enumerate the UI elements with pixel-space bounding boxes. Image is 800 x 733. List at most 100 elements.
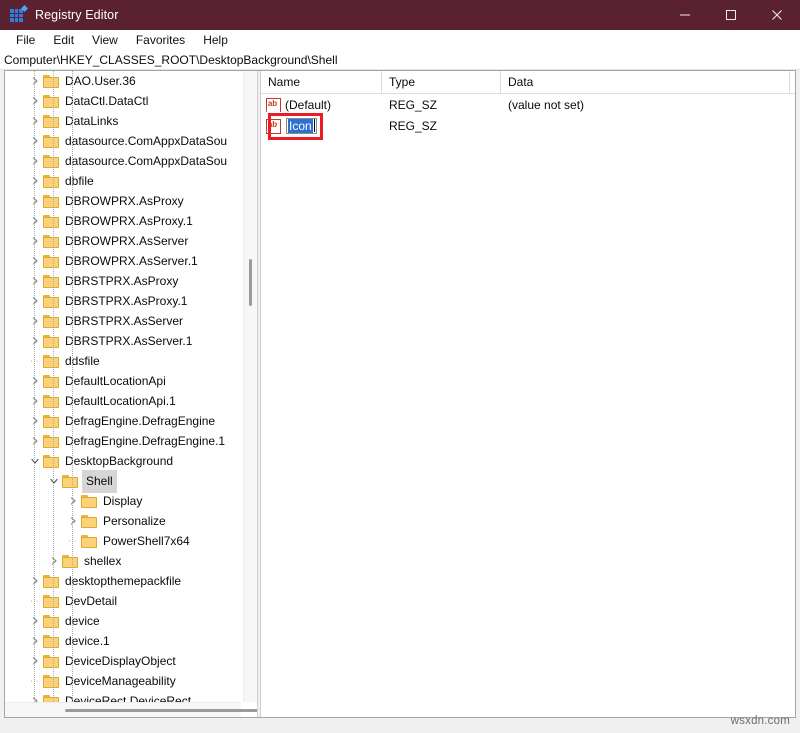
address-path: Computer\HKEY_CLASSES_ROOT\DesktopBackgr… xyxy=(4,53,338,67)
folder-icon xyxy=(81,514,98,528)
tree-item[interactable]: DefaultLocationApi.1 xyxy=(5,391,241,411)
tree-item-label: shellex xyxy=(84,554,122,568)
tree-item[interactable]: DevDetail xyxy=(5,591,241,611)
tree-item[interactable]: DataLinks xyxy=(5,111,241,131)
rename-edit-box[interactable]: Icon xyxy=(286,117,317,134)
folder-icon xyxy=(43,454,60,468)
folder-icon xyxy=(43,214,60,228)
folder-icon xyxy=(43,654,60,668)
tree-item-label: Display xyxy=(103,494,143,508)
tree-item-label: DBRSTPRX.AsServer.1 xyxy=(65,334,193,348)
value-row[interactable]: ab Icon REG_SZ xyxy=(261,115,795,136)
value-list-body[interactable]: ab (Default) REG_SZ (value not set) ab Icon RE… xyxy=(261,94,795,136)
tree-item[interactable]: DefaultLocationApi xyxy=(5,371,241,391)
tree-item[interactable]: dbfile xyxy=(5,171,241,191)
tree-horizontal-scrollbar[interactable] xyxy=(5,702,257,717)
tree-item[interactable]: DBRSTPRX.AsServer.1 xyxy=(5,331,241,351)
tree-item[interactable]: datasource.ComAppxDataSou xyxy=(5,151,241,171)
tree-item[interactable]: PowerShell7x64 xyxy=(5,531,241,551)
tree-item[interactable]: DesktopBackground xyxy=(5,451,241,471)
title-bar: Registry Editor xyxy=(0,0,800,30)
registry-tree[interactable]: DAO.User.36 DataCtl.DataCtl DataLinks datas… xyxy=(5,71,241,702)
tree-item[interactable]: DefragEngine.DefragEngine.1 xyxy=(5,431,241,451)
value-name-label: (Default) xyxy=(285,97,332,112)
column-header-type[interactable]: Type xyxy=(382,71,501,93)
value-list-header: Name Type Data xyxy=(261,71,795,94)
folder-icon xyxy=(43,574,60,588)
tree-item-label: Shell xyxy=(82,469,117,493)
tree-item-label: DBROWPRX.AsProxy xyxy=(65,194,184,208)
folder-icon xyxy=(43,274,60,288)
menu-favorites[interactable]: Favorites xyxy=(127,31,194,50)
tree-item[interactable]: DataCtl.DataCtl xyxy=(5,91,241,111)
string-value-icon: ab xyxy=(266,98,281,112)
tree-item[interactable]: DBRSTPRX.AsProxy.1 xyxy=(5,291,241,311)
folder-icon xyxy=(43,674,60,688)
tree-item[interactable]: Shell xyxy=(5,469,241,493)
tree-item[interactable]: DBRSTPRX.AsServer xyxy=(5,311,241,331)
value-data-cell: (value not set) xyxy=(508,97,585,112)
folder-icon xyxy=(43,394,60,408)
menu-help[interactable]: Help xyxy=(194,31,237,50)
tree-hscroll-thumb[interactable] xyxy=(65,709,257,712)
tree-item[interactable]: DeviceRect.DeviceRect xyxy=(5,691,241,702)
column-header-data[interactable]: Data xyxy=(501,71,790,93)
tree-item[interactable]: DAO.User.36 xyxy=(5,71,241,91)
tree-item-label: dbfile xyxy=(65,174,94,188)
tree-item[interactable]: ddsfile xyxy=(5,351,241,371)
maximize-button[interactable] xyxy=(708,0,754,30)
menu-edit[interactable]: Edit xyxy=(44,31,83,50)
value-row[interactable]: ab (Default) REG_SZ (value not set) xyxy=(261,94,795,115)
folder-icon xyxy=(43,434,60,448)
tree-item[interactable]: DBRSTPRX.AsProxy xyxy=(5,271,241,291)
folder-icon xyxy=(43,134,60,148)
tree-item[interactable]: DeviceDisplayObject xyxy=(5,651,241,671)
close-button[interactable] xyxy=(754,0,800,30)
value-name-cell[interactable]: ab (Default) xyxy=(261,98,382,112)
folder-icon xyxy=(43,234,60,248)
menu-view[interactable]: View xyxy=(83,31,127,50)
tree-item[interactable]: DBROWPRX.AsProxy.1 xyxy=(5,211,241,231)
registry-editor-window: Registry Editor File Edit View Favorites… xyxy=(0,0,800,733)
tree-item[interactable]: DefragEngine.DefragEngine xyxy=(5,411,241,431)
tree-item[interactable]: device xyxy=(5,611,241,631)
tree-item[interactable]: DBROWPRX.AsServer xyxy=(5,231,241,251)
tree-item-label: DBROWPRX.AsServer.1 xyxy=(65,254,198,268)
tree-item[interactable]: shellex xyxy=(5,551,241,571)
tree-item[interactable]: Display xyxy=(5,491,241,511)
folder-icon xyxy=(43,614,60,628)
tree-guide-line xyxy=(53,71,55,702)
string-value-icon: ab xyxy=(266,119,281,134)
tree-item[interactable]: DeviceManageability xyxy=(5,671,241,691)
tree-item-label: DBROWPRX.AsServer xyxy=(65,234,189,248)
address-bar[interactable]: Computer\HKEY_CLASSES_ROOT\DesktopBackgr… xyxy=(0,51,800,70)
column-header-name[interactable]: Name xyxy=(261,71,382,93)
tree-item[interactable]: Personalize xyxy=(5,511,241,531)
tree-item-label: DeviceDisplayObject xyxy=(65,654,176,668)
tree-item[interactable]: DBROWPRX.AsProxy xyxy=(5,191,241,211)
tree-vscroll-thumb[interactable] xyxy=(249,259,252,306)
tree-item-label: Personalize xyxy=(103,514,166,528)
tree-item[interactable]: device.1 xyxy=(5,631,241,651)
tree-item[interactable]: datasource.ComAppxDataSou xyxy=(5,131,241,151)
tree-vertical-scrollbar[interactable] xyxy=(243,71,257,702)
folder-icon xyxy=(43,354,60,368)
minimize-button[interactable] xyxy=(662,0,708,30)
tree-item-label: DefragEngine.DefragEngine.1 xyxy=(65,434,226,448)
value-name-cell[interactable]: ab Icon xyxy=(261,117,382,134)
menu-file[interactable]: File xyxy=(7,31,44,50)
folder-icon xyxy=(43,374,60,388)
tree-item[interactable]: desktopthemepackfile xyxy=(5,571,241,591)
folder-icon xyxy=(43,334,60,348)
tree-item[interactable]: DBROWPRX.AsServer.1 xyxy=(5,251,241,271)
